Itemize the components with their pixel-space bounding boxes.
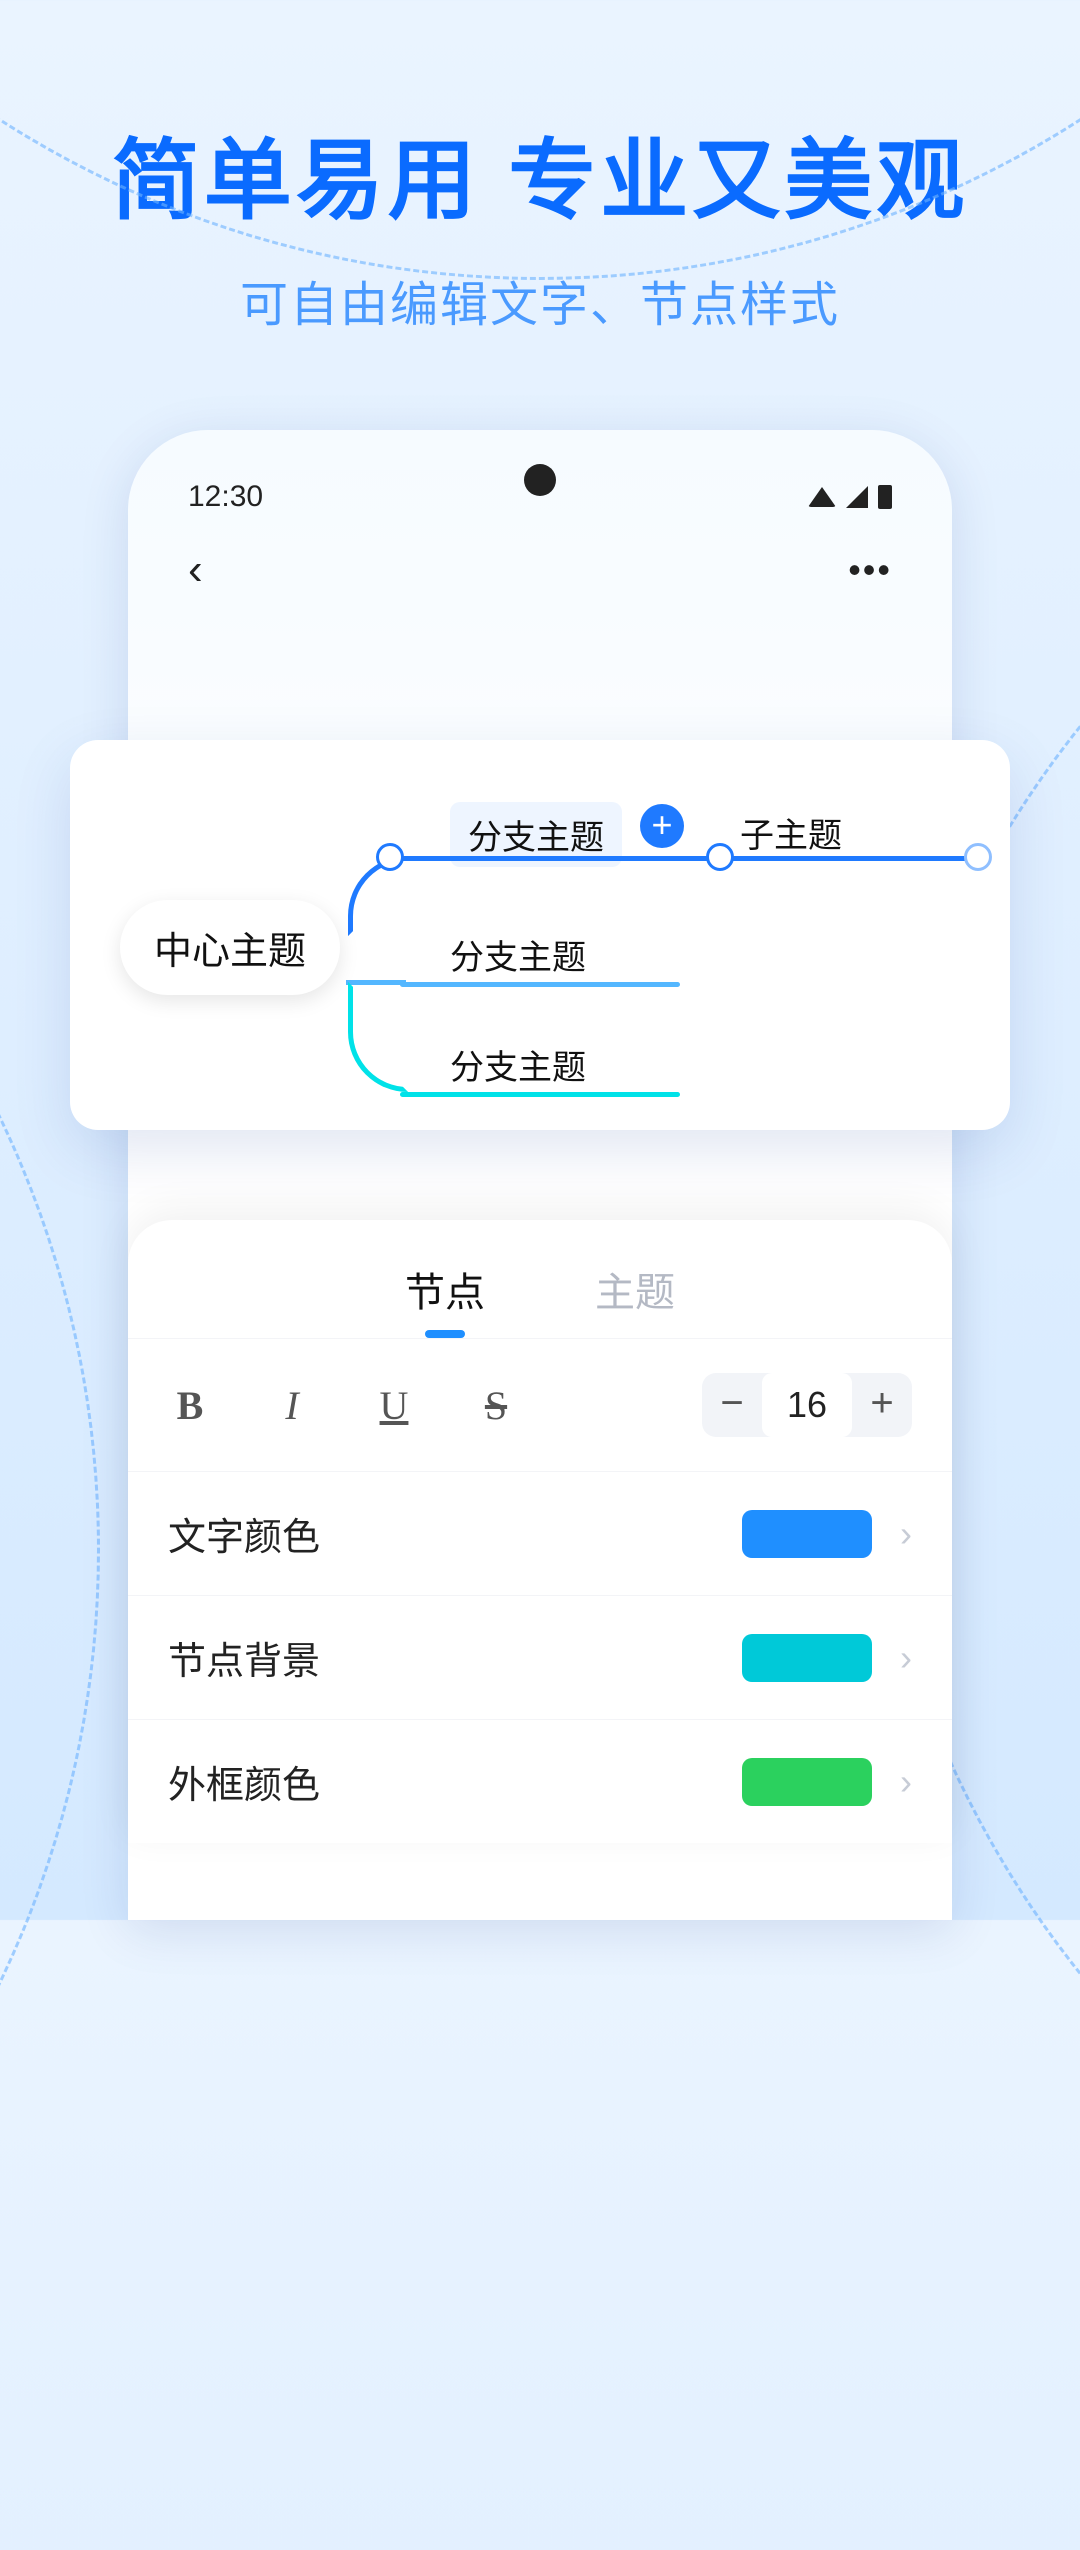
italic-button[interactable]: I [270,1382,314,1429]
tab-theme[interactable]: 主题 [595,1260,675,1338]
format-panel: 节点 主题 B I U S − 16 + 文字颜色 › 节点背景 › 外框颜色 … [128,1220,952,1843]
back-button[interactable]: ‹ [188,545,203,595]
node-handle[interactable] [706,843,734,871]
bold-button[interactable]: B [168,1382,212,1429]
status-bar: 12:30 [128,480,952,514]
mindmap-card: 中心主题 分支主题 + 子主题 分支主题 分支主题 [70,740,1010,1130]
center-node[interactable]: 中心主题 [120,900,340,995]
font-increase-button[interactable]: + [852,1373,912,1437]
strikethrough-button[interactable]: S [474,1382,518,1429]
sub-node[interactable]: 子主题 [740,808,842,857]
border-color-swatch [742,1758,872,1806]
node-bg-row[interactable]: 节点背景 › [128,1595,952,1719]
underline-button[interactable]: U [372,1382,416,1429]
add-node-button[interactable]: + [640,804,684,848]
branch-connector [348,856,408,936]
text-color-swatch [742,1510,872,1558]
chevron-right-icon: › [900,1513,912,1555]
panel-tabs: 节点 主题 [128,1260,952,1338]
branch-line [388,856,978,861]
branch-node-3[interactable]: 分支主题 [450,1040,586,1089]
node-handle[interactable] [964,843,992,871]
row-label: 文字颜色 [168,1506,320,1561]
more-button[interactable]: ••• [848,549,892,591]
branch-line [400,1092,680,1097]
row-label: 外框颜色 [168,1754,320,1809]
border-color-row[interactable]: 外框颜色 › [128,1719,952,1843]
node-bg-swatch [742,1634,872,1682]
text-format-row: B I U S − 16 + [128,1338,952,1471]
nav-bar: ‹ ••• [128,545,952,595]
chevron-right-icon: › [900,1761,912,1803]
branch-node-2[interactable]: 分支主题 [450,930,586,979]
tab-node[interactable]: 节点 [405,1260,485,1338]
row-label: 节点背景 [168,1630,320,1685]
chevron-right-icon: › [900,1637,912,1679]
status-time: 12:30 [188,480,263,514]
signal-icon [846,486,868,508]
font-size-value: 16 [762,1373,852,1437]
font-size-stepper: − 16 + [702,1373,912,1437]
battery-icon [878,485,892,509]
wifi-icon [808,487,836,507]
branch-line [400,982,680,987]
node-handle[interactable] [376,843,404,871]
text-color-row[interactable]: 文字颜色 › [128,1471,952,1595]
branch-connector [348,982,408,1092]
font-decrease-button[interactable]: − [702,1373,762,1437]
